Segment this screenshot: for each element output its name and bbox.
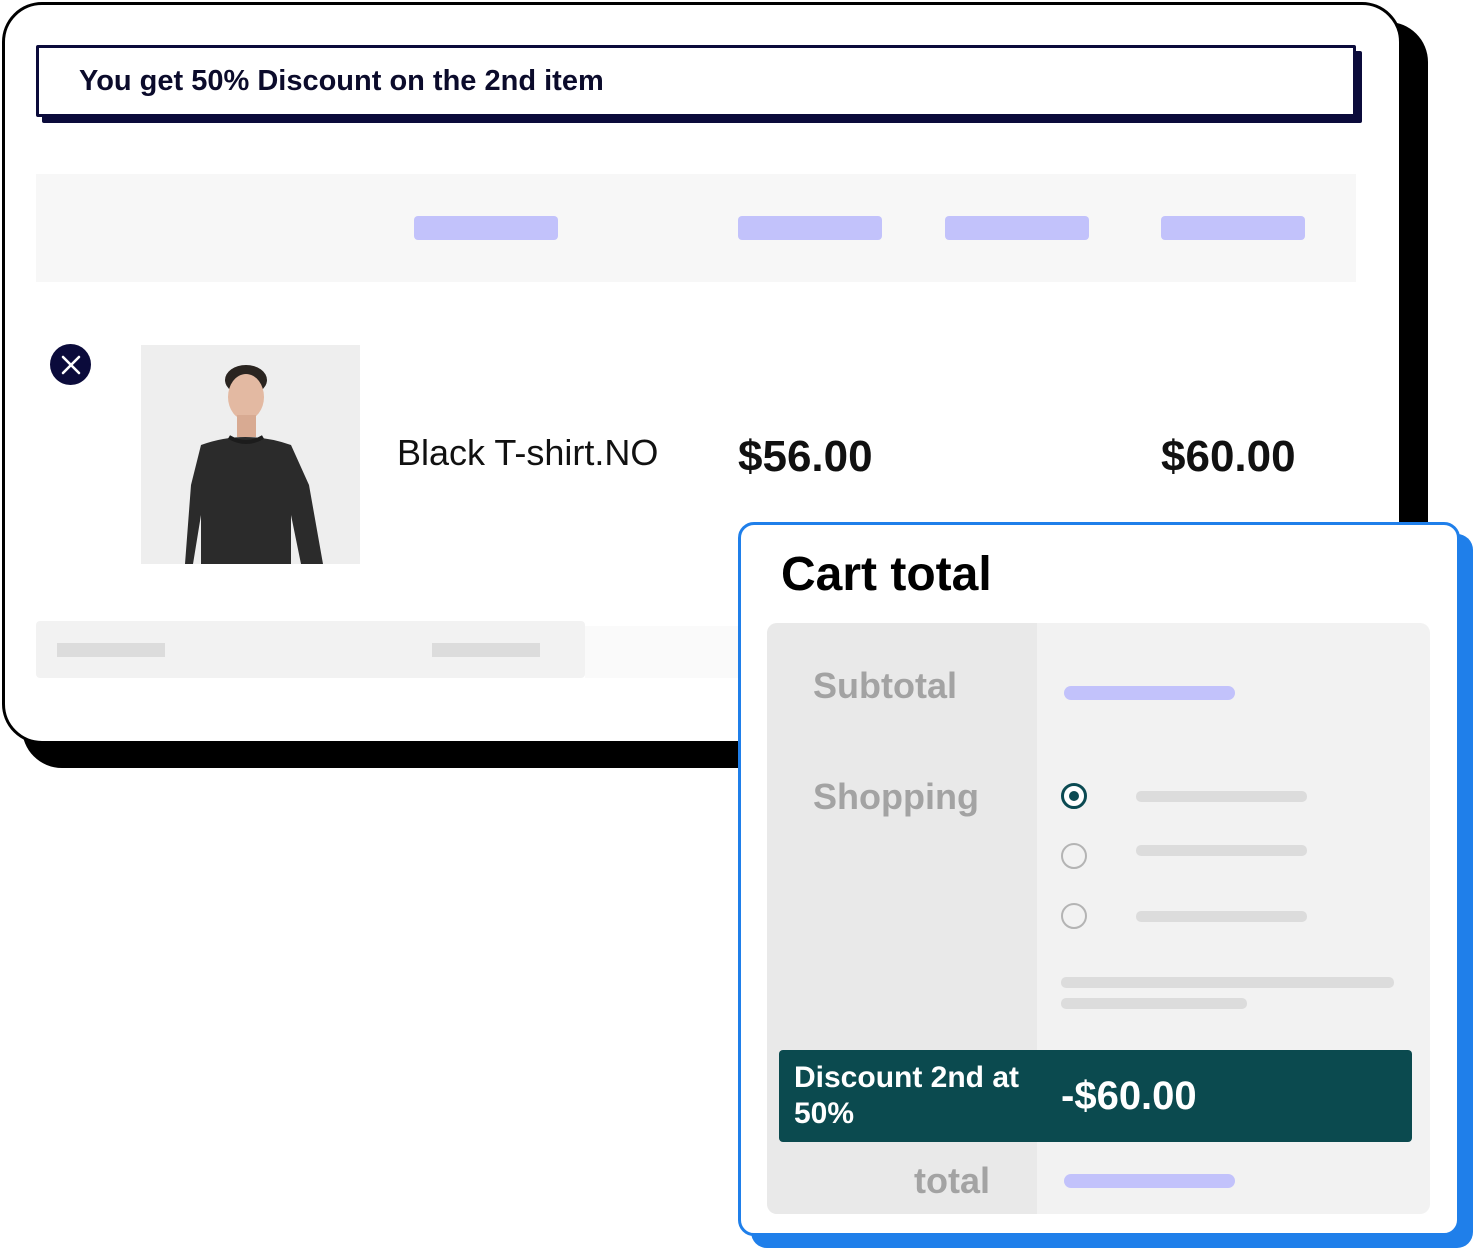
header-placeholder-total	[1161, 216, 1305, 240]
cart-total-panel: Cart total Subtotal Shopping Discount 2n…	[738, 522, 1460, 1236]
shipping-option-radio-1[interactable]	[1061, 783, 1087, 809]
total-value-placeholder	[1064, 1174, 1235, 1188]
placeholder-line	[432, 643, 540, 657]
shipping-note-placeholder	[1061, 977, 1394, 988]
shipping-option-label-placeholder	[1136, 845, 1307, 856]
shipping-option-radio-3[interactable]	[1061, 903, 1087, 929]
cart-table-header	[36, 174, 1356, 282]
coupon-row-placeholder	[36, 621, 585, 678]
discount-value: -$60.00	[1061, 1074, 1197, 1118]
sweater-model-image	[141, 345, 360, 564]
cart-total-table: Subtotal Shopping Discount 2nd at 50% -$…	[767, 623, 1430, 1214]
product-image[interactable]	[141, 345, 360, 564]
shipping-note-placeholder	[1061, 998, 1247, 1009]
shipping-option-label-placeholder	[1136, 791, 1307, 802]
promo-banner: You get 50% Discount on the 2nd item	[36, 45, 1356, 117]
close-icon	[61, 355, 80, 374]
total-label: total	[914, 1160, 990, 1201]
shipping-option-radio-2[interactable]	[1061, 843, 1087, 869]
discount-label: Discount 2nd at 50%	[794, 1061, 1020, 1130]
product-name[interactable]: Black T-shirt.NO	[397, 432, 658, 474]
remove-item-button[interactable]	[50, 344, 91, 385]
placeholder-line	[57, 643, 165, 657]
shipping-label: Shopping	[813, 776, 979, 817]
header-placeholder-product	[414, 216, 558, 240]
subtotal-value-placeholder	[1064, 686, 1235, 700]
subtotal-label: Subtotal	[813, 665, 957, 706]
product-price: $56.00	[738, 432, 873, 481]
promo-text: You get 50% Discount on the 2nd item	[79, 64, 604, 97]
product-total: $60.00	[1161, 432, 1296, 481]
header-placeholder-quantity	[945, 216, 1089, 240]
shipping-option-label-placeholder	[1136, 911, 1307, 922]
discount-row: Discount 2nd at 50% -$60.00	[779, 1050, 1412, 1142]
header-placeholder-price	[738, 216, 882, 240]
cart-total-title: Cart total	[781, 548, 992, 601]
